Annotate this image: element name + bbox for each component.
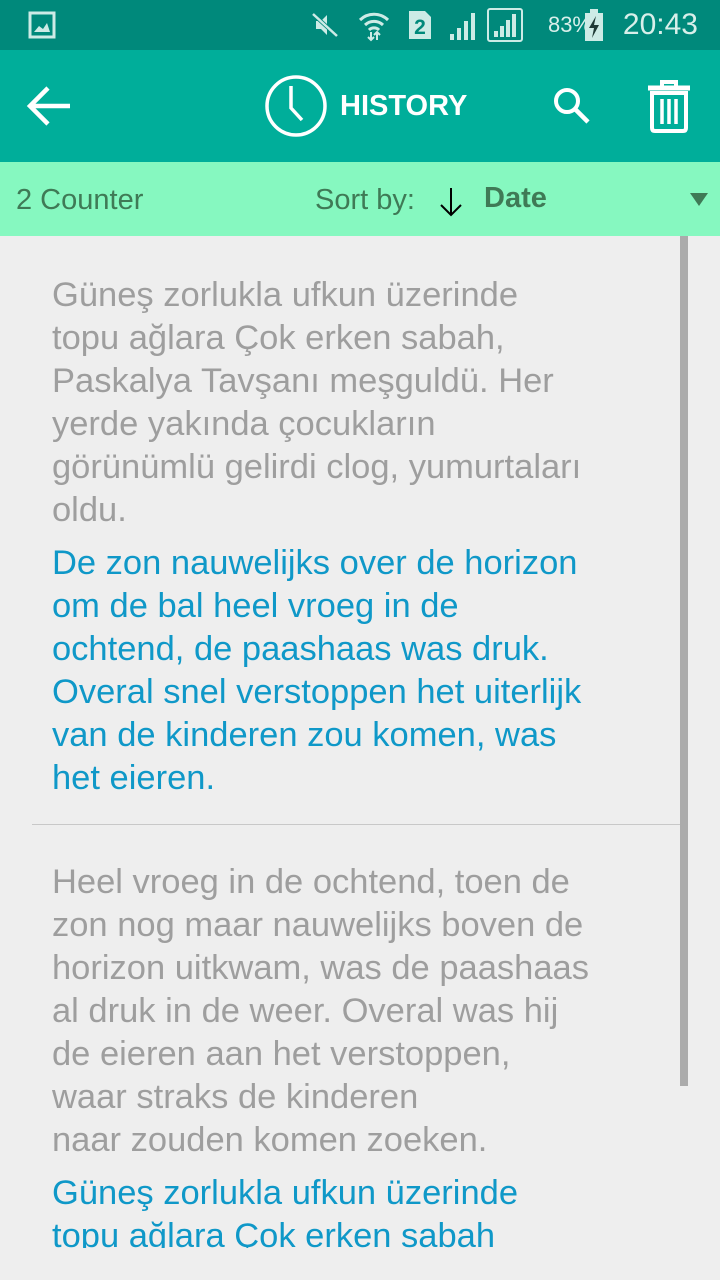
search-button[interactable] bbox=[550, 84, 594, 128]
svg-text:2: 2 bbox=[414, 16, 426, 39]
sort-direction-toggle[interactable] bbox=[436, 186, 466, 218]
sort-bar: 2 Counter Sort by: Date bbox=[0, 162, 720, 236]
arrow-left-icon bbox=[26, 86, 70, 126]
trash-icon bbox=[648, 80, 690, 133]
clock-icon bbox=[265, 75, 327, 137]
history-list: Güneş zorlukla ufkun üzerinde topu ağlar… bbox=[0, 236, 720, 1248]
status-bar: 2 83% 20:43 bbox=[0, 0, 720, 50]
scrollbar[interactable] bbox=[680, 236, 688, 1086]
sort-label: Sort by: bbox=[315, 184, 415, 216]
signal-icon bbox=[448, 0, 482, 50]
translation-text: De zon nauwelijks over de horizon om de … bbox=[52, 544, 582, 797]
arrow-down-icon bbox=[440, 188, 462, 217]
source-text: Güneş zorlukla ufkun üzerinde topu ağlar… bbox=[52, 276, 582, 529]
history-item[interactable]: Heel vroeg in de ochtend, toen de zon no… bbox=[0, 825, 720, 1248]
image-icon bbox=[28, 0, 56, 50]
page-title: HISTORY bbox=[340, 89, 468, 122]
app-bar: HISTORY bbox=[0, 50, 720, 162]
history-counter: 2 Counter bbox=[16, 184, 144, 216]
battery-charging-icon bbox=[584, 0, 604, 50]
search-icon bbox=[554, 88, 590, 124]
wifi-icon bbox=[357, 0, 391, 50]
translation-text: Güneş zorlukla ufkun üzerinde topu ağlar… bbox=[52, 1174, 519, 1248]
sim2-icon: 2 bbox=[407, 0, 433, 50]
history-item[interactable]: Güneş zorlukla ufkun üzerinde topu ağlar… bbox=[0, 236, 720, 824]
sort-select[interactable]: Date bbox=[484, 162, 547, 236]
delete-all-button[interactable] bbox=[646, 78, 692, 134]
triangle-down-icon[interactable] bbox=[690, 193, 708, 206]
mute-icon bbox=[310, 0, 340, 50]
status-time: 20:43 bbox=[622, 8, 698, 41]
signal-icon-2 bbox=[486, 0, 524, 50]
source-text: Heel vroeg in de ochtend, toen de zon no… bbox=[52, 863, 589, 1159]
back-button[interactable] bbox=[26, 84, 74, 128]
title-area: HISTORY bbox=[264, 74, 467, 138]
